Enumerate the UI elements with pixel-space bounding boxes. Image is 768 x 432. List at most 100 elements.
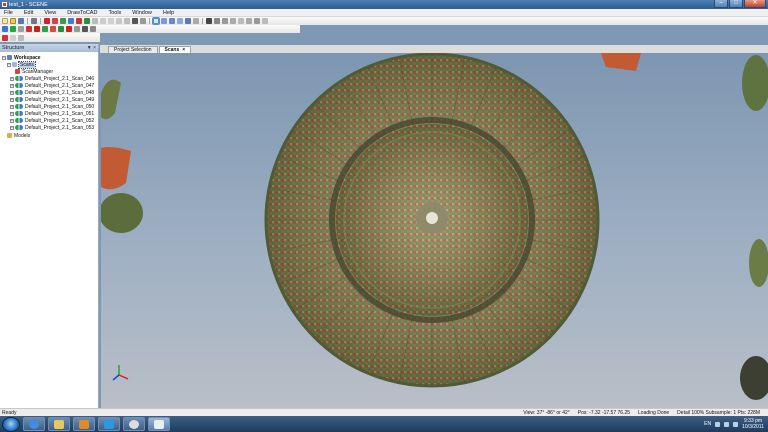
scan-icon <box>15 83 23 88</box>
tree-scan-manager[interactable]: ScanManager <box>15 68 53 75</box>
dark-tool-icon[interactable] <box>82 26 88 32</box>
collapse-icon[interactable]: − <box>7 62 11 67</box>
gray-tool-icon[interactable] <box>124 18 130 24</box>
tray-arrow-icon[interactable] <box>715 421 721 427</box>
red-tool-icon[interactable] <box>34 26 40 32</box>
gray-tool-icon[interactable] <box>10 34 16 41</box>
tree-scan-item[interactable]: + Default_Project_2.1_Scan_053 <box>10 124 94 131</box>
view-mode-icon[interactable] <box>152 17 160 25</box>
green-marker-icon[interactable] <box>84 18 90 24</box>
point-cloud-viewport[interactable] <box>101 53 768 408</box>
close-button[interactable]: ✕ <box>744 0 766 8</box>
tree-scan-item[interactable]: + Default_Project_2.1_Scan_051 <box>10 110 94 117</box>
tree-scan-item[interactable]: + Default_Project_2.1_Scan_046 <box>10 75 94 82</box>
print-icon[interactable] <box>31 18 37 24</box>
expand-icon[interactable]: + <box>10 125 14 130</box>
expand-icon[interactable]: + <box>10 90 14 95</box>
taskbar-media[interactable] <box>73 417 95 431</box>
menu-edit[interactable]: Edit <box>24 10 33 16</box>
network-icon[interactable] <box>724 421 730 427</box>
tree-scan-item[interactable]: + Default_Project_2.1_Scan_050 <box>10 103 94 110</box>
green-tool-icon[interactable] <box>58 26 64 32</box>
expand-icon[interactable]: + <box>10 118 14 123</box>
gray-tool-icon[interactable] <box>140 18 146 24</box>
tree-scan-label: Default_Project_2.1_Scan_050 <box>25 103 95 110</box>
gray-tool-icon[interactable] <box>92 18 98 24</box>
taskbar-explorer[interactable] <box>48 417 70 431</box>
red-tool-icon[interactable] <box>44 18 50 24</box>
green-tool-icon[interactable] <box>10 26 16 32</box>
save-icon[interactable] <box>18 18 24 24</box>
volume-icon[interactable] <box>733 421 739 427</box>
navigation-icon[interactable] <box>206 18 212 24</box>
tree-models[interactable]: Models <box>7 132 30 139</box>
start-button[interactable] <box>2 416 20 432</box>
red-marker-icon[interactable] <box>76 18 82 24</box>
open-folder-icon[interactable] <box>10 18 16 24</box>
expand-icon[interactable]: + <box>10 83 14 88</box>
scan-icon <box>15 76 23 81</box>
navigation-icon[interactable] <box>214 18 220 24</box>
menu-window[interactable]: Window <box>132 10 152 16</box>
expand-icon[interactable]: + <box>10 104 14 109</box>
gray-tool-icon[interactable] <box>108 18 114 24</box>
expand-icon[interactable]: + <box>10 97 14 102</box>
maximize-button[interactable]: □ <box>729 0 743 8</box>
tab-project-selection[interactable]: Project Selection <box>108 46 158 53</box>
new-project-icon[interactable] <box>2 18 8 24</box>
delete-icon[interactable] <box>52 18 58 24</box>
view-layout-icon[interactable] <box>169 18 175 24</box>
red-arrow-icon[interactable] <box>2 34 8 41</box>
expand-icon[interactable]: + <box>10 76 14 81</box>
menu-drawtocad[interactable]: DrawToCAD <box>67 10 97 16</box>
view-layout-icon[interactable] <box>177 18 183 24</box>
tree-scan-item[interactable]: + Default_Project_2.1_Scan_052 <box>10 117 94 124</box>
red-tool-icon[interactable] <box>50 26 56 32</box>
red-tool-icon[interactable] <box>66 26 72 32</box>
blue-tool-icon[interactable] <box>68 18 74 24</box>
zoom-icon[interactable] <box>254 18 260 24</box>
gray-tool-icon[interactable] <box>18 26 24 32</box>
tree-scan-item[interactable]: + Default_Project_2.1_Scan_049 <box>10 96 94 103</box>
tree-scan-item[interactable]: + Default_Project_2.1_Scan_047 <box>10 82 94 89</box>
red-tool-icon[interactable] <box>26 26 32 32</box>
axis-triad <box>112 365 129 381</box>
menu-view[interactable]: View <box>44 10 56 16</box>
blue-tool-icon[interactable] <box>2 26 8 32</box>
clock[interactable]: 9:33 pm 10/3/2011 <box>742 418 764 430</box>
taskbar-app[interactable] <box>123 417 145 431</box>
panel-pin-icon[interactable]: ▼ × <box>87 45 96 51</box>
view-layout-icon[interactable] <box>185 18 191 24</box>
taskbar-scene[interactable] <box>148 417 170 431</box>
green-tool-icon[interactable] <box>60 18 66 24</box>
collapse-icon[interactable]: − <box>2 55 6 60</box>
zoom-icon[interactable] <box>246 18 252 24</box>
taskbar-skype[interactable] <box>98 417 120 431</box>
zoom-icon[interactable] <box>238 18 244 24</box>
gray-tool-icon[interactable] <box>18 34 24 41</box>
navigation-icon[interactable] <box>222 18 228 24</box>
taskbar-ie[interactable] <box>23 417 45 431</box>
menu-tools[interactable]: Tools <box>108 10 121 16</box>
zoom-icon[interactable] <box>230 18 236 24</box>
gray-tool-icon[interactable] <box>193 18 199 24</box>
menu-file[interactable]: File <box>4 10 13 16</box>
menu-help[interactable]: Help <box>163 10 174 16</box>
clock-date: 10/3/2011 <box>742 424 764 430</box>
language-indicator[interactable]: EN <box>704 421 711 427</box>
tree-scan-item[interactable]: + Default_Project_2.1_Scan_048 <box>10 89 94 96</box>
tab-scans[interactable]: Scans × <box>158 46 192 53</box>
tree-scans[interactable]: − Scans <box>7 60 36 69</box>
gray-tool-icon[interactable] <box>74 26 80 32</box>
scan-icon <box>15 90 23 95</box>
expand-icon[interactable]: + <box>10 111 14 116</box>
gray-tool-icon[interactable] <box>116 18 122 24</box>
gray-tool-icon[interactable] <box>262 18 268 24</box>
gray-tool-icon[interactable] <box>90 26 96 32</box>
eye-icon[interactable] <box>132 18 138 24</box>
minimize-button[interactable]: – <box>714 0 728 8</box>
gray-tool-icon[interactable] <box>100 18 106 24</box>
tree-workspace[interactable]: − Workspace <box>2 54 41 61</box>
green-tool-icon[interactable] <box>42 26 48 32</box>
view-layout-icon[interactable] <box>161 18 167 24</box>
